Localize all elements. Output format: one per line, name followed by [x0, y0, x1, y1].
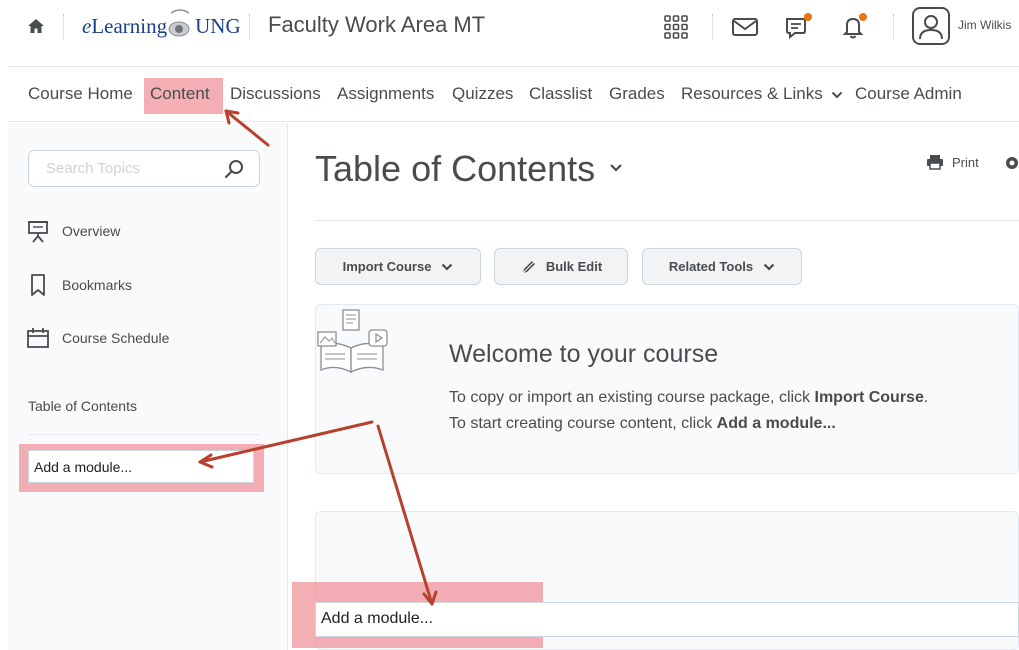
avatar-icon[interactable] — [912, 7, 950, 45]
search-input[interactable]: Search Topics — [28, 150, 260, 187]
logo-prefix: e — [82, 13, 92, 38]
waffle-icon[interactable] — [661, 12, 691, 42]
chevron-down-icon — [832, 91, 843, 99]
mail-icon[interactable] — [730, 12, 760, 42]
bulk-edit-label: Bulk Edit — [545, 259, 603, 274]
logo-suffix: UNG — [195, 13, 241, 38]
sidebar-add-module-input[interactable]: Add a module... — [28, 450, 254, 483]
divider — [249, 14, 250, 40]
divider — [893, 14, 894, 40]
chevron-down-icon — [763, 263, 775, 271]
home-icon[interactable] — [26, 16, 46, 36]
pencil-icon — [521, 259, 537, 274]
print-label: Print — [952, 154, 979, 170]
search-icon[interactable] — [223, 158, 245, 180]
sidebar-item-label: Overview — [62, 223, 121, 239]
elearning-ung-logo[interactable]: eLearning UNG — [82, 8, 241, 44]
main-add-module-input[interactable]: Add a module... — [315, 602, 1019, 637]
printer-icon — [927, 155, 943, 170]
course-title[interactable]: Faculty Work Area MT — [268, 12, 485, 38]
sidebar-item-course-schedule[interactable]: Course Schedule — [26, 326, 169, 350]
welcome-title: Welcome to your course — [449, 340, 719, 368]
divider — [712, 14, 713, 40]
bulk-edit-button[interactable]: Bulk Edit — [494, 248, 628, 285]
bookmark-icon — [31, 274, 45, 296]
related-tools-label: Related Tools — [668, 259, 754, 274]
chevron-down-icon[interactable] — [609, 163, 623, 173]
calendar-icon — [27, 328, 49, 348]
print-button[interactable]: Print — [926, 154, 979, 170]
nav-resources-label: Resources & Links — [681, 84, 823, 103]
sidebar-item-bookmarks[interactable]: Bookmarks — [26, 273, 132, 297]
bell-notification-dot — [859, 13, 867, 21]
nav-grades[interactable]: Grades — [609, 84, 665, 104]
bell-icon[interactable] — [838, 12, 868, 42]
logo-mid: Learning — [91, 13, 168, 38]
import-course-button[interactable]: Import Course — [315, 248, 481, 285]
chevron-down-icon — [442, 263, 453, 271]
welcome-bold-import: Import Course — [814, 389, 924, 406]
nav-resources-links[interactable]: Resources & Links — [681, 84, 843, 104]
nav-assignments[interactable]: Assignments — [337, 84, 434, 104]
welcome-line-import: To copy or import an existing course pac… — [449, 389, 928, 407]
nav-quizzes[interactable]: Quizzes — [452, 84, 513, 104]
import-course-label: Import Course — [342, 259, 432, 274]
nav-course-admin[interactable]: Course Admin — [855, 84, 962, 104]
sidebar-toc-label[interactable]: Table of Contents — [28, 398, 137, 414]
nav-course-home[interactable]: Course Home — [28, 84, 133, 104]
mouse-logo-icon — [168, 9, 190, 37]
nav-discussions[interactable]: Discussions — [230, 84, 321, 104]
search-placeholder: Search Topics — [46, 160, 140, 177]
user-name[interactable]: Jim Wilkis — [958, 18, 1011, 32]
welcome-text: . — [923, 389, 929, 406]
chat-icon[interactable] — [782, 12, 812, 42]
welcome-text: To copy or import an existing course pac… — [449, 389, 815, 406]
sidebar-item-label: Bookmarks — [62, 277, 133, 293]
nav-content[interactable]: Content — [150, 84, 210, 104]
chat-notification-dot — [804, 13, 812, 21]
top-bar: eLearning UNG Faculty Work Area MT Jim W… — [0, 0, 1019, 62]
divider — [315, 220, 1019, 221]
related-tools-button[interactable]: Related Tools — [642, 248, 802, 285]
presentation-icon — [28, 221, 48, 243]
sidebar-item-overview[interactable]: Overview — [26, 219, 120, 243]
divider — [63, 14, 64, 40]
welcome-bold-add: Add a module... — [716, 415, 836, 432]
nav-classlist[interactable]: Classlist — [529, 84, 592, 104]
welcome-line-add: To start creating course content, click … — [449, 415, 836, 433]
page-title: Table of Contents — [315, 148, 596, 189]
gear-icon[interactable] — [1004, 155, 1019, 171]
sidebar — [8, 123, 288, 650]
sidebar-item-label: Course Schedule — [62, 330, 170, 346]
divider — [28, 434, 260, 435]
open-book-icon — [317, 309, 388, 374]
welcome-text: To start creating course content, click — [449, 415, 717, 432]
